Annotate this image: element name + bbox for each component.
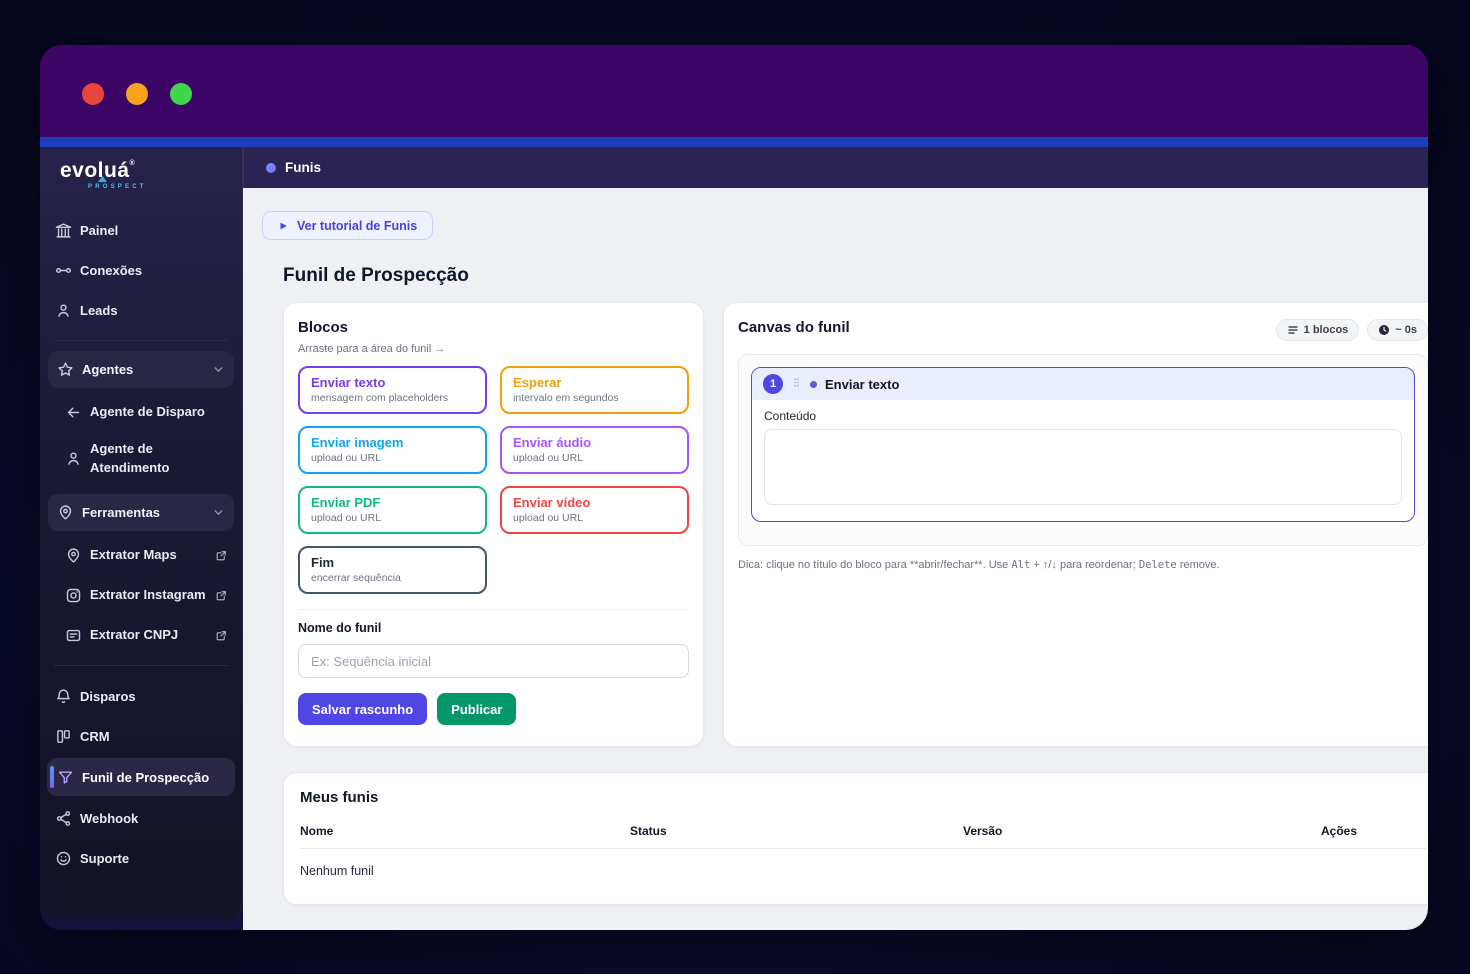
chevron-down-icon xyxy=(212,363,225,376)
window-titlebar xyxy=(40,45,1428,137)
drag-handle-icon[interactable] xyxy=(791,377,802,391)
external-link-icon xyxy=(215,549,228,562)
table-row-empty: Nenhum funil xyxy=(300,849,1426,897)
my-funnels-panel: Meus funis Nome Status Versão Ações Nenh… xyxy=(283,772,1428,905)
funnel-name-label: Nome do funil xyxy=(298,621,382,635)
duration-badge: ~ 0s xyxy=(1367,319,1428,341)
page-title: Funil de Prospecção xyxy=(283,265,469,286)
external-link-icon xyxy=(215,629,228,642)
funnel-icon xyxy=(57,769,74,786)
sidebar-item-agente-disparo[interactable]: Agente de Disparo xyxy=(40,392,242,432)
landmark-icon xyxy=(55,222,72,239)
block-enviar-audio[interactable]: Enviar áudio upload ou URL xyxy=(500,426,689,474)
block-enviar-texto[interactable]: Enviar texto mensagem com placeholders xyxy=(298,366,487,414)
blocks-panel-subtitle: Arraste para a área do funil → xyxy=(298,343,446,355)
topbar: Funis xyxy=(243,147,1428,188)
play-icon xyxy=(278,221,288,231)
divider xyxy=(298,609,689,610)
page-content: Ver tutorial de Funis Funil de Prospecçã… xyxy=(243,188,1428,930)
sidebar: evoluá® PROSPECT Painel Conexões Leads A… xyxy=(40,147,243,919)
canvas-hint: Dica: clique no título do bloco para **a… xyxy=(738,559,1220,571)
zoom-window-button[interactable] xyxy=(170,83,192,105)
status-dot-icon xyxy=(266,162,276,173)
my-funnels-title: Meus funis xyxy=(300,789,379,806)
instagram-icon xyxy=(65,587,82,604)
sidebar-item-webhook[interactable]: Webhook xyxy=(40,798,242,838)
brand-logo: evoluá® PROSPECT xyxy=(40,147,242,196)
blocks-panel-title: Blocos xyxy=(298,319,349,336)
block-enviar-pdf[interactable]: Enviar PDF upload ou URL xyxy=(298,486,487,534)
funnel-canvas[interactable]: 1 Enviar texto Conteúdo xyxy=(738,354,1428,546)
list-icon xyxy=(1287,324,1299,336)
sidebar-nav: Painel Conexões Leads Agentes Agente de … xyxy=(40,196,242,919)
publish-button[interactable]: Publicar xyxy=(437,693,517,725)
sidebar-item-conexoes[interactable]: Conexões xyxy=(40,250,242,290)
accent-strip xyxy=(40,137,1428,147)
sidebar-item-suporte[interactable]: Suporte xyxy=(40,838,242,878)
share-icon xyxy=(55,810,72,827)
topbar-title: Funis xyxy=(285,160,321,175)
block-enviar-imagem[interactable]: Enviar imagem upload ou URL xyxy=(298,426,487,474)
block-type-dot-icon xyxy=(810,380,817,388)
star-icon xyxy=(57,361,74,378)
funnel-name-input[interactable] xyxy=(298,644,689,678)
block-fim[interactable]: Fim encerrar sequência xyxy=(298,546,487,594)
sidebar-item-funil-de-prospeccao[interactable]: Funil de Prospecção xyxy=(47,758,235,796)
close-window-button[interactable] xyxy=(82,83,104,105)
user-icon xyxy=(65,450,82,467)
block-number-badge: 1 xyxy=(763,374,783,394)
content-label: Conteúdo xyxy=(764,409,817,423)
arrow-left-icon xyxy=(65,404,82,421)
sidebar-item-leads[interactable]: Leads xyxy=(40,290,242,330)
column-header-nome: Nome xyxy=(300,818,630,849)
minimize-window-button[interactable] xyxy=(126,83,148,105)
canvas-block-enviar-texto: 1 Enviar texto Conteúdo xyxy=(751,367,1415,522)
canvas-block-header[interactable]: 1 Enviar texto xyxy=(752,368,1414,400)
canvas-panel: Canvas do funil 1 blocos ~ 0s 1 Enviar t… xyxy=(723,302,1428,747)
brand-subtitle: PROSPECT xyxy=(88,184,147,190)
tutorial-button[interactable]: Ver tutorial de Funis xyxy=(262,211,434,240)
sidebar-item-extrator-instagram[interactable]: Extrator Instagram xyxy=(40,575,242,615)
canvas-panel-title: Canvas do funil xyxy=(738,319,850,336)
clock-icon xyxy=(1378,324,1390,336)
sidebar-item-extrator-cnpj[interactable]: Extrator CNPJ xyxy=(40,615,242,655)
blocks-count-badge: 1 blocos xyxy=(1275,319,1360,341)
save-draft-button[interactable]: Salvar rascunho xyxy=(298,693,428,725)
chevron-down-icon xyxy=(212,506,225,519)
app-window: evoluá® PROSPECT Painel Conexões Leads A… xyxy=(40,45,1428,930)
content-textarea[interactable] xyxy=(764,429,1402,505)
canvas-block-title: Enviar texto xyxy=(825,376,900,392)
kanban-icon xyxy=(55,728,72,745)
link-icon xyxy=(55,262,72,279)
id-card-icon xyxy=(65,627,82,644)
sidebar-item-crm[interactable]: CRM xyxy=(40,716,242,756)
sidebar-divider xyxy=(54,340,228,341)
main-area: Funis Ver tutorial de Funis Funil de Pro… xyxy=(243,147,1428,930)
user-icon xyxy=(55,302,72,319)
external-link-icon xyxy=(215,589,228,602)
column-header-status: Status xyxy=(630,818,963,849)
sidebar-divider xyxy=(54,665,228,666)
sidebar-item-extrator-maps[interactable]: Extrator Maps xyxy=(40,535,242,575)
block-esperar[interactable]: Esperar intervalo em segundos xyxy=(500,366,689,414)
bell-icon xyxy=(55,688,72,705)
blocks-panel: Blocos Arraste para a área do funil → En… xyxy=(283,302,704,747)
empty-state-text: Nenhum funil xyxy=(300,864,374,878)
block-enviar-video[interactable]: Enviar vídeo upload ou URL xyxy=(500,486,689,534)
map-pin-icon xyxy=(65,547,82,564)
column-header-versao: Versão xyxy=(963,818,1321,849)
smile-icon xyxy=(55,850,72,867)
traffic-lights xyxy=(82,83,192,105)
active-accent-bar xyxy=(50,766,54,788)
sidebar-group-ferramentas[interactable]: Ferramentas xyxy=(48,494,234,531)
blocks-grid: Enviar texto mensagem com placeholders E… xyxy=(298,366,689,594)
sidebar-item-agente-atendimento[interactable]: Agente de Atendimento xyxy=(40,432,242,484)
sidebar-item-painel[interactable]: Painel xyxy=(40,210,242,250)
sidebar-group-agentes[interactable]: Agentes xyxy=(48,351,234,388)
map-pin-icon xyxy=(57,504,74,521)
brand-wordmark: evoluá® xyxy=(60,159,136,182)
column-header-acoes: Ações xyxy=(1321,818,1426,849)
my-funnels-table: Nome Status Versão Ações Nenhum funil xyxy=(300,818,1426,896)
sidebar-item-disparos[interactable]: Disparos xyxy=(40,676,242,716)
